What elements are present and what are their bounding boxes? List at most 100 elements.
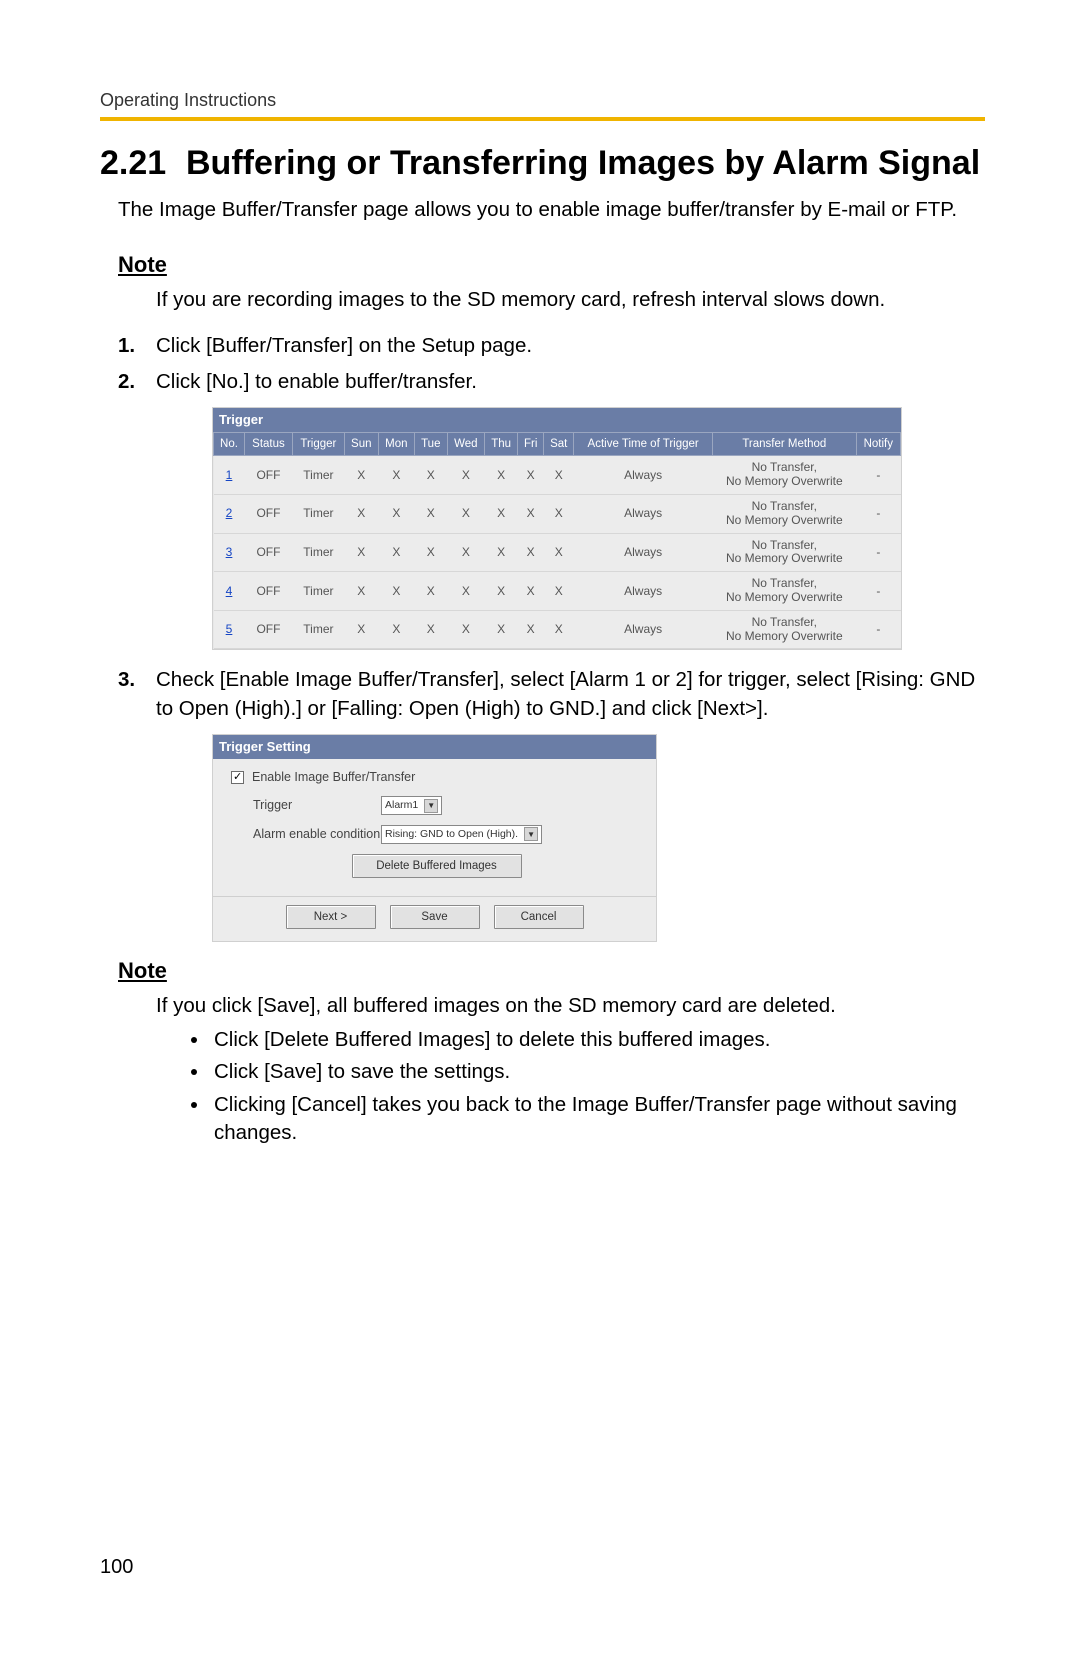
delete-buffered-images-button[interactable]: Delete Buffered Images [352,854,522,878]
trigger-panel-title: Trigger [213,408,901,432]
trigger-setting-title: Trigger Setting [213,735,656,759]
row-method: No Transfer,No Memory Overwrite [712,456,856,495]
row-thu: X [485,456,518,495]
row-sun: X [344,533,378,572]
col-sun: Sun [344,433,378,456]
trigger-label: Trigger [231,797,381,815]
alarm-condition-label: Alarm enable condition [231,826,381,844]
row-notify: - [856,610,900,649]
row-wed: X [447,533,484,572]
row-tue: X [414,456,447,495]
trigger-panel: Trigger No. Status Trigger Sun Mon Tue W… [212,407,902,650]
step-2-text: Click [No.] to enable buffer/transfer. [156,370,477,393]
section-number: 2.21 [100,145,186,182]
row-no-link[interactable]: 1 [226,468,233,482]
row-fri: X [518,572,544,611]
col-active: Active Time of Trigger [574,433,713,456]
step-1: Click [Buffer/Transfer] on the Setup pag… [118,332,985,361]
row-status: OFF [245,610,293,649]
chevron-down-icon: ▼ [524,827,538,841]
save-button[interactable]: Save [390,905,480,929]
row-sat: X [544,572,574,611]
row-sat: X [544,494,574,533]
row-wed: X [447,572,484,611]
row-sat: X [544,456,574,495]
page-number: 100 [100,1556,133,1579]
row-method: No Transfer,No Memory Overwrite [712,572,856,611]
chevron-down-icon: ▼ [424,799,438,813]
step-3: Check [Enable Image Buffer/Transfer], se… [118,666,985,942]
row-thu: X [485,610,518,649]
row-no-link[interactable]: 5 [226,622,233,636]
row-method: No Transfer,No Memory Overwrite [712,610,856,649]
bullet-2: Click [Save] to save the settings. [210,1058,985,1086]
row-active: Always [574,494,713,533]
row-fri: X [518,456,544,495]
row-thu: X [485,572,518,611]
enable-buffer-label: Enable Image Buffer/Transfer [252,769,415,787]
row-trigger: Timer [292,494,344,533]
note-body-2: If you click [Save], all buffered images… [156,992,985,1020]
row-fri: X [518,494,544,533]
row-mon: X [378,456,414,495]
col-trigger: Trigger [292,433,344,456]
row-mon: X [378,572,414,611]
note-body: If you are recording images to the SD me… [156,286,985,314]
steps-list: Click [Buffer/Transfer] on the Setup pag… [118,332,985,942]
next-button[interactable]: Next > [286,905,376,929]
col-mon: Mon [378,433,414,456]
row-notify: - [856,572,900,611]
row-no: 3 [214,533,245,572]
intro-paragraph: The Image Buffer/Transfer page allows yo… [118,196,985,224]
trigger-table: No. Status Trigger Sun Mon Tue Wed Thu F… [213,432,901,649]
step-2: Click [No.] to enable buffer/transfer. T… [118,368,985,650]
row-no-link[interactable]: 2 [226,506,233,520]
row-notify: - [856,456,900,495]
col-thu: Thu [485,433,518,456]
alarm-condition-value: Rising: GND to Open (High). [385,827,518,842]
enable-buffer-checkbox[interactable] [231,771,244,784]
col-method: Transfer Method [712,433,856,456]
row-notify: - [856,533,900,572]
row-no-link[interactable]: 4 [226,584,233,598]
row-active: Always [574,572,713,611]
table-row: 4OFFTimerXXXXXXXAlwaysNo Transfer,No Mem… [214,572,901,611]
row-tue: X [414,610,447,649]
step-1-text: Click [Buffer/Transfer] on the Setup pag… [156,334,532,357]
table-row: 1OFFTimerXXXXXXXAlwaysNo Transfer,No Mem… [214,456,901,495]
row-sat: X [544,610,574,649]
row-sun: X [344,610,378,649]
trigger-setting-panel: Trigger Setting Enable Image Buffer/Tran… [212,734,657,942]
row-no: 4 [214,572,245,611]
trigger-select[interactable]: Alarm1 ▼ [381,796,442,815]
row-active: Always [574,456,713,495]
col-status: Status [245,433,293,456]
row-thu: X [485,494,518,533]
setting-figure: Trigger Setting Enable Image Buffer/Tran… [212,734,985,942]
row-trigger: Timer [292,610,344,649]
row-no-link[interactable]: 3 [226,545,233,559]
row-tue: X [414,533,447,572]
cancel-button[interactable]: Cancel [494,905,584,929]
header-rule [100,117,985,121]
col-tue: Tue [414,433,447,456]
row-status: OFF [245,572,293,611]
trigger-figure: Trigger No. Status Trigger Sun Mon Tue W… [212,407,985,650]
alarm-condition-select[interactable]: Rising: GND to Open (High). ▼ [381,825,542,844]
row-status: OFF [245,494,293,533]
row-no: 2 [214,494,245,533]
row-sun: X [344,572,378,611]
col-fri: Fri [518,433,544,456]
trigger-select-value: Alarm1 [385,798,418,813]
table-row: 3OFFTimerXXXXXXXAlwaysNo Transfer,No Mem… [214,533,901,572]
row-mon: X [378,533,414,572]
row-sat: X [544,533,574,572]
table-row: 5OFFTimerXXXXXXXAlwaysNo Transfer,No Mem… [214,610,901,649]
document-page: Operating Instructions 2.21 Buffering or… [0,0,1080,1669]
row-wed: X [447,610,484,649]
row-sun: X [344,456,378,495]
step-3-text: Check [Enable Image Buffer/Transfer], se… [156,668,975,720]
col-wed: Wed [447,433,484,456]
note-label: Note [118,252,985,278]
running-header: Operating Instructions [100,90,985,111]
